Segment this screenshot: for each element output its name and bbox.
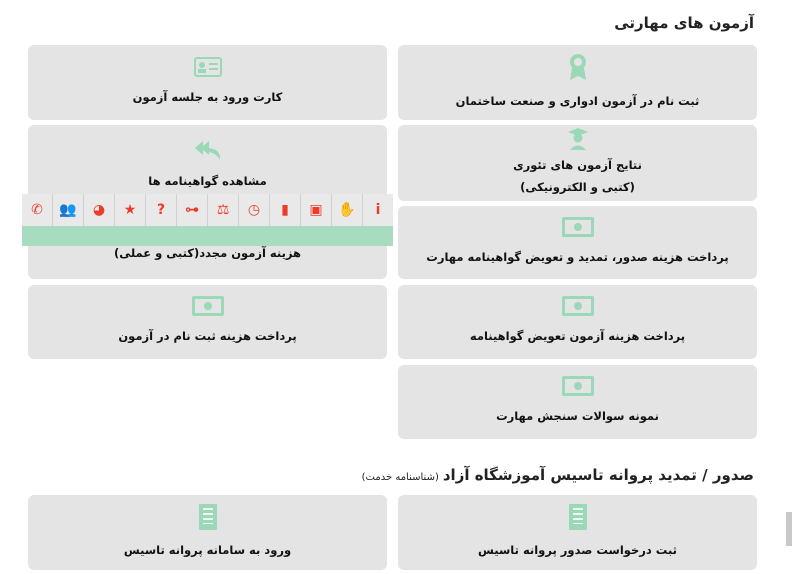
document-icon[interactable]: ▮ [270, 194, 301, 226]
pay-issue-renew-card[interactable]: پرداخت هزینه صدور، تمدید و تعویض گواهینا… [398, 206, 757, 279]
reply-all-icon [194, 139, 222, 161]
star-icon[interactable]: ★ [115, 194, 146, 226]
money-bill-icon [191, 296, 224, 317]
question-icon[interactable]: ? [146, 194, 177, 226]
handshake-icon[interactable]: ✋ [332, 194, 363, 226]
clock-icon[interactable]: ◷ [239, 194, 270, 226]
sample-questions-label: نمونه سوالات سنجش مهارت [496, 409, 659, 424]
view-certificates-label: مشاهده گواهینامه ها [148, 174, 267, 188]
info-icon[interactable]: i [363, 194, 393, 226]
entry-card-label: کارت ورود به جلسه آزمون [132, 89, 283, 104]
building-icon [198, 503, 217, 530]
pay-register-fee-card[interactable]: پرداخت هزینه ثبت نام در آزمون [28, 285, 387, 359]
sitemap-icon[interactable]: ⊶ [177, 194, 208, 226]
money-bill-icon [561, 216, 594, 237]
pay-issue-renew-label: پرداخت هزینه صدور، تمدید و تعویض گواهینا… [426, 249, 729, 264]
pie-chart-icon[interactable]: ◕ [84, 194, 115, 226]
theory-results-card[interactable]: نتایج آزمون های تئوری (کتبی و الکترونیکی… [398, 125, 757, 201]
license-subtitle: (شناسنامه خدمت) [361, 472, 439, 483]
graduate-icon [567, 127, 589, 151]
license-title-text: صدور / تمدید پروانه تاسیس آموزشگاه آزاد [442, 466, 754, 484]
request-license-label: ثبت درخواست صدور پروانه تاسیس [478, 542, 677, 557]
phone-icon[interactable]: ✆ [22, 194, 53, 226]
money-bill-icon [561, 296, 594, 317]
request-license-card[interactable]: ثبت درخواست صدور پروانه تاسیس [398, 495, 757, 570]
retake-fee-label: هزینه آزمون مجدد(کتبی و عملی) [113, 246, 302, 261]
money-bill-icon [561, 376, 594, 397]
register-exam-card[interactable]: ثبت نام در آزمون ادواری و صنعت ساختمان [398, 45, 757, 120]
theory-results-sublabel: (کتبی و الکترونیکی) [520, 180, 635, 194]
theory-results-label: نتایج آزمون های تئوری [513, 158, 642, 173]
scales-icon[interactable]: ⚖ [208, 194, 239, 226]
toolbar-buttons: ✆ 👥 ◕ ★? ⊶ ⚖ ◷ ▮ ▣ ✋ i [22, 194, 393, 226]
floating-toolbar: ✆ 👥 ◕ ★? ⊶ ⚖ ◷ ▮ ▣ ✋ i [22, 194, 393, 246]
license-title: صدور / تمدید پروانه تاسیس آموزشگاه آزاد(… [362, 466, 754, 484]
pay-replace-exam-card[interactable]: پرداخت هزینه آزمون تعویض گواهینامه [398, 285, 757, 359]
pay-register-fee-label: پرداخت هزینه ثبت نام در آزمون [118, 329, 297, 344]
money-icon[interactable]: ▣ [301, 194, 332, 226]
people-icon[interactable]: 👥 [53, 194, 84, 226]
license-portal-card[interactable]: ورود به سامانه پروانه تاسیس [28, 495, 387, 570]
register-exam-label: ثبت نام در آزمون ادواری و صنعت ساختمان [455, 93, 700, 108]
skill-exams-title: آزمون های مهارتی [614, 14, 754, 32]
award-icon [567, 53, 589, 81]
pay-replace-exam-label: پرداخت هزینه آزمون تعویض گواهینامه [469, 329, 686, 344]
entry-card-card[interactable]: کارت ورود به جلسه آزمون [28, 45, 387, 120]
license-portal-label: ورود به سامانه پروانه تاسیس [123, 542, 292, 557]
view-certificates-card[interactable]: مشاهده گواهینامه ها [28, 125, 387, 201]
sample-questions-card[interactable]: نمونه سوالات سنجش مهارت [398, 365, 757, 439]
building-icon [568, 503, 587, 530]
scrollbar-thumb[interactable] [786, 512, 792, 546]
id-card-icon [193, 56, 222, 77]
